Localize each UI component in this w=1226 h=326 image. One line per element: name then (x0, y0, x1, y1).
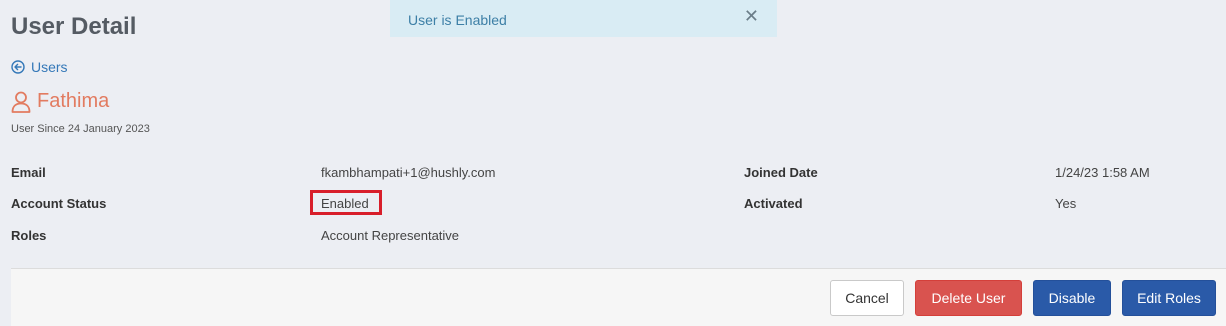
account-status-label: Account Status (11, 196, 107, 211)
activated-label: Activated (744, 196, 803, 211)
back-link-label: Users (31, 59, 68, 75)
user-since: User Since 24 January 2023 (11, 123, 150, 135)
arrow-circle-left-icon (11, 60, 25, 74)
joined-date-value: 1/24/23 1:58 AM (1055, 165, 1150, 180)
cancel-button[interactable]: Cancel (830, 280, 904, 316)
activated-value: Yes (1055, 196, 1077, 211)
toast-message: User is Enabled (408, 12, 507, 28)
email-value: fkambhampati+1@hushly.com (321, 165, 496, 180)
email-label: Email (11, 165, 46, 180)
user-name-heading: Fathima (11, 90, 109, 113)
user-name: Fathima (37, 90, 110, 112)
roles-value: Account Representative (321, 228, 460, 243)
edit-roles-button[interactable]: Edit Roles (1122, 280, 1216, 316)
roles-label: Roles (11, 228, 47, 243)
delete-user-button[interactable]: Delete User (915, 280, 1022, 316)
account-status-value: Enabled (321, 196, 369, 211)
page-title: User Detail (11, 13, 137, 40)
disable-button[interactable]: Disable (1033, 280, 1111, 316)
user-icon (11, 91, 31, 113)
toast-notification: User is Enabled ✕ (390, 0, 777, 37)
back-to-users-link[interactable]: Users (11, 59, 68, 75)
joined-date-label: Joined Date (744, 165, 818, 180)
close-icon[interactable]: ✕ (744, 6, 759, 27)
